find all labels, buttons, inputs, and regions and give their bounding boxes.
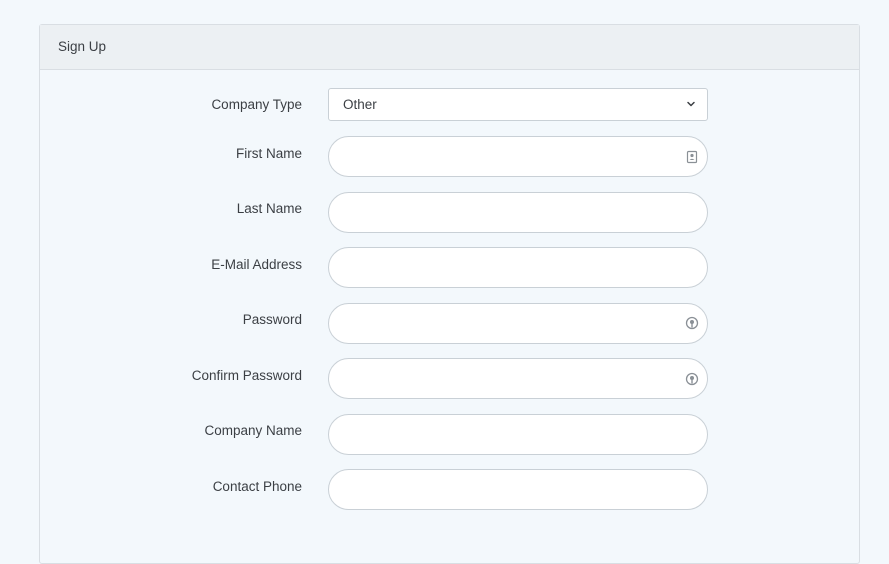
company-type-select[interactable]: Other [328, 88, 708, 121]
company-name-input[interactable] [328, 414, 708, 455]
last-name-label: Last Name [236, 201, 302, 216]
contact-phone-input[interactable] [328, 469, 708, 510]
password-input[interactable] [328, 303, 708, 344]
password-key-icon[interactable] [685, 316, 699, 330]
password-key-icon[interactable] [685, 372, 699, 386]
contact-phone-label: Contact Phone [212, 479, 302, 494]
first-name-label: First Name [235, 146, 302, 161]
email-label: E-Mail Address [211, 257, 302, 272]
company-type-selected-value: Other [343, 97, 377, 112]
contact-card-icon [686, 150, 698, 164]
card-header: Sign Up [40, 25, 859, 70]
company-name-label: Company Name [204, 423, 302, 438]
first-name-input[interactable] [328, 136, 708, 177]
card-title: Sign Up [58, 39, 107, 54]
chevron-down-icon [687, 101, 695, 107]
company-type-label: Company Type [211, 97, 302, 112]
password-label: Password [242, 312, 302, 327]
email-input[interactable] [328, 247, 708, 288]
confirm-password-label: Confirm Password [191, 368, 302, 383]
last-name-input[interactable] [328, 192, 708, 233]
confirm-password-input[interactable] [328, 358, 708, 399]
